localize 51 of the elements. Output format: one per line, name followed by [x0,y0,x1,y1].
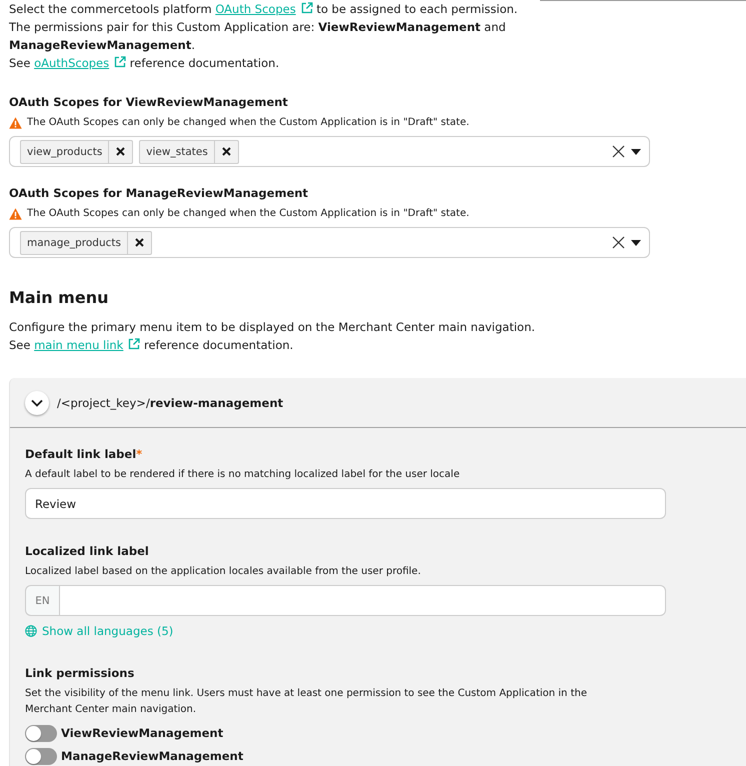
clear-icon[interactable] [612,145,625,158]
field-label: Localized link label [25,543,150,560]
warning-icon [9,117,22,129]
scopes-select[interactable]: manage_products [9,227,650,258]
default-label-input[interactable]: Review [25,488,666,519]
field-hint: A default label to be rendered if there is no matching localized label for the user locale [25,468,461,482]
external-link-icon [300,2,313,14]
chevron-down-icon [31,398,43,406]
section-title: OAuth Scopes for ManageReviewManagement [9,185,310,202]
toggle-switch[interactable] [25,748,57,764]
toggle-label: ViewReviewManagement [61,725,224,742]
external-link-icon [128,338,140,350]
expand-button[interactable] [25,390,49,414]
section-description: See main menu link reference documentation. [9,337,294,354]
show-all-languages-link[interactable]: Show all languages (5) [25,622,174,640]
localized-label-input[interactable] [59,585,666,616]
external-link-icon [114,56,126,68]
remove-tag-button[interactable] [109,140,134,164]
scope-tag: view_states [139,140,215,164]
remove-tag-button[interactable] [214,140,239,164]
section-description: Configure the primary menu item to be displayed on the Merchant Center main navigation. [9,319,536,336]
toggle-switch[interactable] [25,724,57,742]
clear-icon[interactable] [612,236,625,249]
warning-text: The OAuth Scopes can only be changed when the Custom Application is in "Draft" state. [27,207,470,221]
field-label: Default link label* [25,446,144,463]
field-label: Link permissions [25,665,136,682]
section-title: OAuth Scopes for ViewReviewManagement [9,94,289,111]
scope-tag: manage_products [20,230,128,254]
doc-link[interactable]: OAuth Scopes [215,2,313,16]
doc-link[interactable]: oAuthScopes [34,56,126,70]
close-icon [134,238,144,247]
scopes-select[interactable]: view_products view_states [9,136,650,167]
scope-tag: view_products [20,140,110,164]
caret-down-icon[interactable] [631,240,641,246]
warning-text: The OAuth Scopes can only be changed when the Custom Application is in "Draft" state. [27,116,470,130]
close-icon [222,147,231,156]
field-hint: Localized label based on the application locales available from the user profile. [25,565,422,579]
globe-icon [25,625,37,637]
close-icon [116,147,126,156]
field-hint: Set the visibility of the menu link. Users must have at least one permission to see the Custom Application in the Merchant Center main navigation. [25,687,588,717]
toggle-label: ManageReviewManagement [61,748,244,765]
warning-icon [9,208,22,220]
intro-text: Select the commercetools platform OAuth Scopes to be assigned to each permission. [9,1,519,18]
section-heading: Main menu [9,287,110,309]
language-prefix: EN [25,585,59,616]
intro-text: See oAuthScopes reference documentation. [9,55,280,72]
doc-link[interactable]: main menu link [34,338,140,352]
caret-down-icon[interactable] [631,148,641,154]
remove-tag-button[interactable] [128,230,152,254]
link-path: /<project_key>/review-management [57,394,284,412]
intro-text: The permissions pair for this Custom Application are: ViewReviewManagement and ManageReviewManagement. [9,19,507,54]
